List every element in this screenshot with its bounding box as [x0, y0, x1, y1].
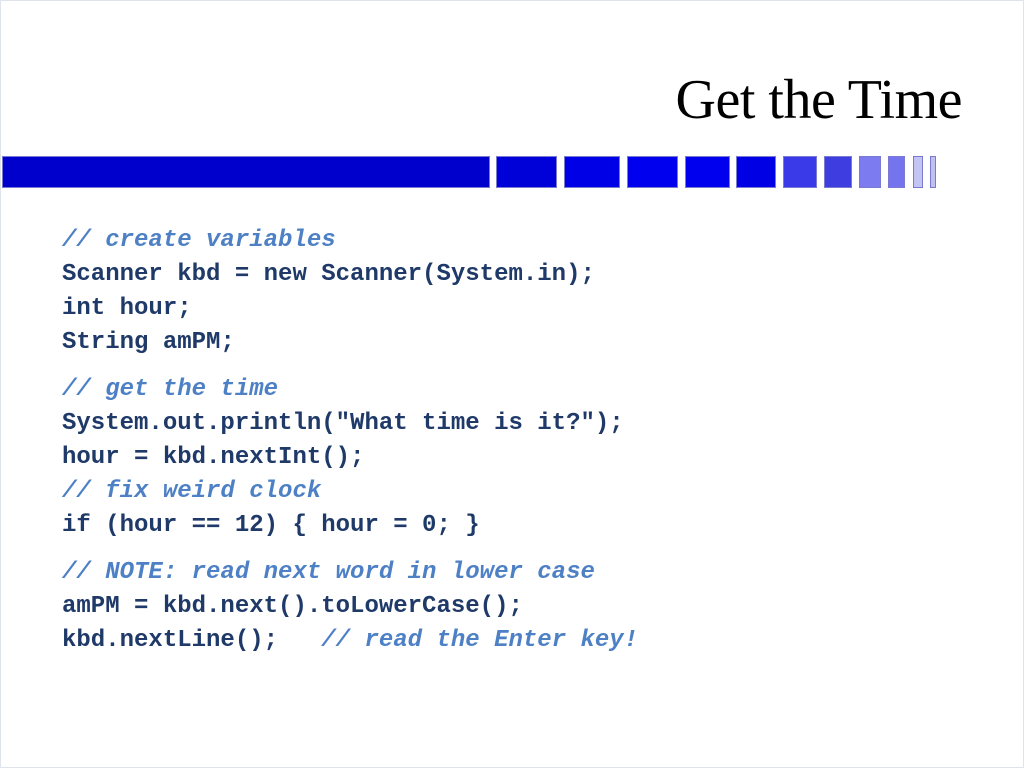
header-bar-segment [913, 156, 923, 188]
code-line: if (hour == 12) { hour = 0; } [62, 512, 480, 539]
header-bar-segment [859, 156, 881, 188]
header-bar-segment [2, 156, 490, 188]
code-comment: // NOTE: read next word in lower case [62, 559, 595, 586]
header-bar-segment [888, 156, 905, 188]
code-line: // fix weird clock [62, 475, 638, 509]
header-bar-segment [783, 156, 817, 188]
code-comment: // get the time [62, 376, 279, 403]
code-line: System.out.println("What time is it?"); [62, 410, 624, 437]
header-bar-segment [627, 156, 678, 188]
header-bar-segment [930, 156, 936, 188]
code-comment: // fix weird clock [62, 478, 322, 505]
header-bar-segment [564, 156, 620, 188]
code-line: // create variables [62, 224, 638, 258]
code-line: kbd.nextLine(); // read the Enter key! [62, 627, 639, 654]
slide-title: Get the Time [675, 69, 963, 131]
code-comment: // read the Enter key! [321, 627, 639, 654]
code-line: Scanner kbd = new Scanner(System.in); [62, 261, 595, 288]
code-comment: // create variables [62, 227, 336, 254]
code-line: String amPM; [62, 329, 235, 356]
code-line: int hour; [62, 295, 192, 322]
code-line: hour = kbd.nextInt(); [62, 444, 365, 471]
header-bar-segment [824, 156, 852, 188]
code-line: // NOTE: read next word in lower case [62, 556, 638, 590]
header-bar-segment [685, 156, 730, 188]
header-bar-segment [736, 156, 776, 188]
code-line: amPM = kbd.next().toLowerCase(); [62, 593, 523, 620]
code-line: // get the time [62, 373, 638, 407]
code-block: // create variables Scanner kbd = new Sc… [62, 224, 638, 658]
header-bar-segment [496, 156, 557, 188]
